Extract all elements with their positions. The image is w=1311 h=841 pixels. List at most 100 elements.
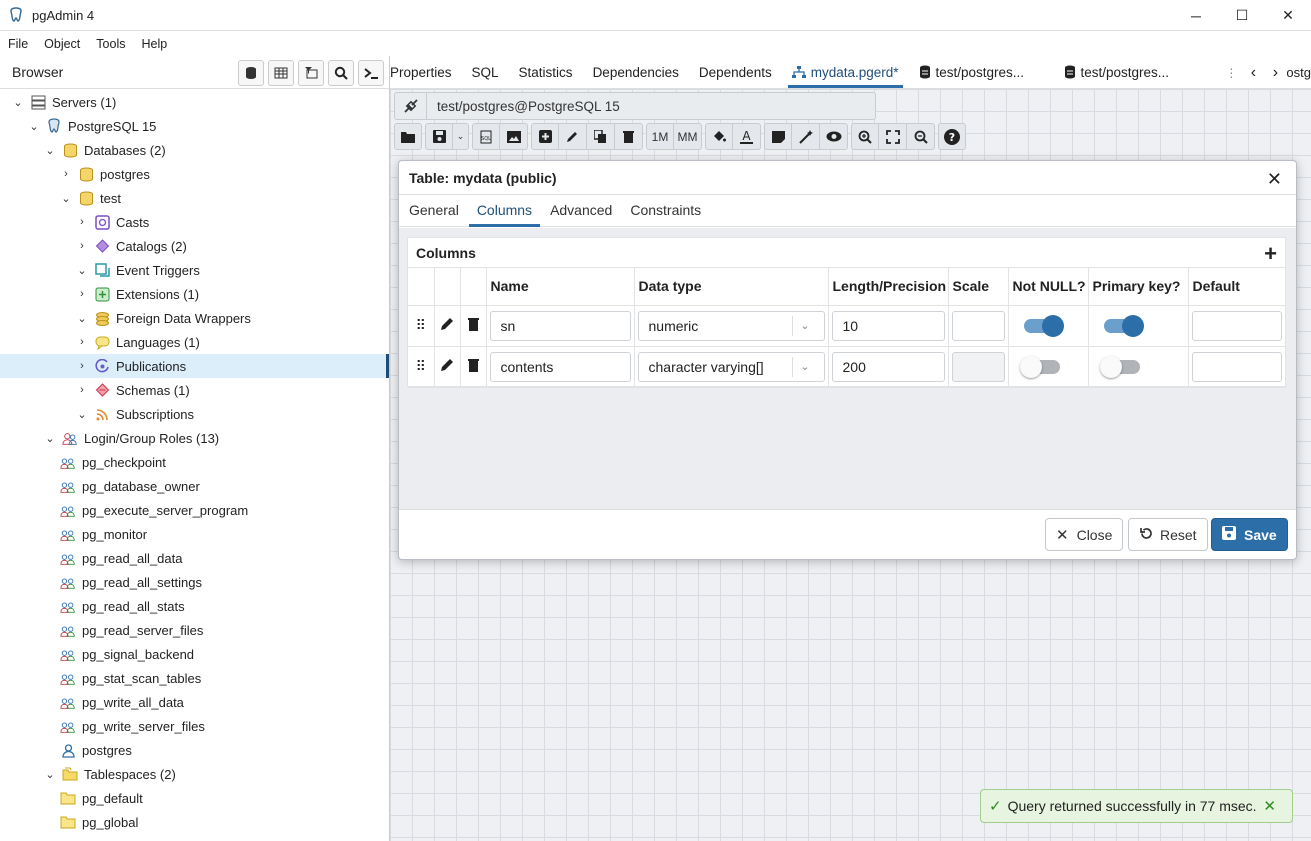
tree-item[interactable]: pg_database_owner [0, 474, 389, 498]
search-icon[interactable] [328, 60, 354, 86]
tree-item[interactable]: pg_checkpoint [0, 450, 389, 474]
minimize-button[interactable]: ─ [1173, 0, 1219, 31]
edit-row-icon[interactable] [434, 346, 461, 388]
data-type-select[interactable]: numeric ⌄ [637, 310, 825, 341]
menu-object[interactable]: Object [36, 37, 88, 51]
view-data-table-icon[interactable] [268, 60, 294, 86]
tab-2[interactable]: Statistics [509, 56, 583, 88]
tree-item[interactable]: pg_read_all_settings [0, 570, 389, 594]
chevron-right-icon[interactable]: › [76, 384, 88, 396]
open-file-icon[interactable] [394, 123, 422, 150]
default-input[interactable] [1191, 351, 1282, 382]
chevron-down-icon[interactable]: ⌄ [76, 312, 88, 325]
data-type-select[interactable]: character varying[] ⌄ [637, 351, 825, 382]
drag-handle-icon[interactable]: ⠿ [408, 346, 435, 388]
tab-general[interactable]: General [401, 202, 467, 226]
filtered-rows-icon[interactable] [298, 60, 324, 86]
tree-item[interactable]: ⌄ PostgreSQL 15 [0, 114, 389, 138]
auto-align-icon[interactable] [792, 123, 820, 150]
delete-icon[interactable] [615, 123, 643, 150]
chevron-down-icon[interactable]: ⌄ [76, 408, 88, 421]
tree-item[interactable]: pg_stat_scan_tables [0, 666, 389, 690]
tree-item[interactable]: › Schemas (1) [0, 378, 389, 402]
tab-scroll-left-icon[interactable]: ‹ [1242, 64, 1264, 82]
chevron-down-icon[interactable]: ⌄ [60, 192, 72, 205]
primary-key-toggle[interactable] [1103, 314, 1144, 337]
tree-item[interactable]: › Languages (1) [0, 330, 389, 354]
scale-input[interactable] [951, 310, 1005, 341]
tree-item[interactable]: ⌄ Login/Group Roles (13) [0, 426, 389, 450]
add-table-icon[interactable] [531, 123, 559, 150]
tab-3[interactable]: Dependencies [583, 56, 689, 88]
tree-item[interactable]: ⌄ Servers (1) [0, 90, 389, 114]
tree-item[interactable]: ⌄ Event Triggers [0, 258, 389, 282]
download-image-icon[interactable] [500, 123, 528, 150]
chevron-down-icon[interactable]: ⌄ [44, 432, 56, 445]
length-input[interactable]: 200 [831, 351, 945, 382]
tab-more-icon[interactable]: ⋮ [1220, 66, 1242, 80]
psql-terminal-icon[interactable] [358, 60, 384, 86]
chevron-right-icon[interactable]: › [60, 168, 72, 180]
toast-close-icon[interactable]: ✕ [1263, 797, 1276, 815]
tree-item[interactable]: pg_read_server_files [0, 618, 389, 642]
edit-row-icon[interactable] [434, 305, 461, 347]
tree-item[interactable]: pg_default [0, 786, 389, 810]
chevron-down-icon[interactable]: ⌄ [791, 356, 818, 377]
tab-6[interactable]: test/postgres... [909, 56, 1054, 88]
tab-5[interactable]: mydata.pgerd* [782, 56, 909, 88]
tree-item[interactable]: postgres [0, 738, 389, 762]
save-icon[interactable] [425, 123, 453, 150]
menu-tools[interactable]: Tools [88, 37, 133, 51]
chevron-right-icon[interactable]: › [76, 288, 88, 300]
tree-item[interactable]: ⌄ Subscriptions [0, 402, 389, 426]
close-icon[interactable]: ✕ [1267, 169, 1282, 190]
fill-color-icon[interactable] [705, 123, 733, 150]
zoom-out-icon[interactable] [907, 123, 935, 150]
chevron-right-icon[interactable]: › [76, 216, 88, 228]
chevron-right-icon[interactable]: › [76, 360, 88, 372]
tree-item[interactable]: pg_global [0, 810, 389, 834]
tab-1[interactable]: SQL [462, 56, 509, 88]
edit-table-icon[interactable] [559, 123, 587, 150]
tab-columns[interactable]: Columns [468, 202, 541, 227]
tree-item[interactable]: pg_write_all_data [0, 690, 389, 714]
tree-item[interactable]: ⌄ Databases (2) [0, 138, 389, 162]
tree-item[interactable]: pg_signal_backend [0, 642, 389, 666]
tree-item[interactable]: › Catalogs (2) [0, 234, 389, 258]
zoom-to-fit-icon[interactable] [879, 123, 907, 150]
tree-item[interactable]: pg_execute_server_program [0, 498, 389, 522]
tab-scroll-right-icon[interactable]: › [1264, 64, 1286, 82]
show-details-icon[interactable] [820, 123, 848, 150]
save-button[interactable]: Save [1211, 518, 1288, 551]
one-to-many-button[interactable]: 1M [646, 123, 674, 150]
column-name-input[interactable]: contents [489, 351, 631, 382]
tree-item[interactable]: pg_monitor [0, 522, 389, 546]
tab-7[interactable]: test/postgres... [1054, 56, 1194, 88]
not-null-toggle[interactable] [1019, 355, 1060, 378]
clone-table-icon[interactable] [587, 123, 615, 150]
maximize-button[interactable]: ☐ [1219, 0, 1265, 31]
add-column-icon[interactable]: + [1264, 241, 1277, 267]
chevron-down-icon[interactable]: ⌄ [12, 96, 24, 109]
chevron-down-icon[interactable]: ⌄ [791, 315, 818, 336]
generate-sql-icon[interactable]: SQL [472, 123, 500, 150]
tree-item[interactable]: ⌄ Foreign Data Wrappers [0, 306, 389, 330]
reset-button[interactable]: Reset [1128, 518, 1208, 551]
tree-item[interactable]: › Casts [0, 210, 389, 234]
close-window-button[interactable]: ✕ [1265, 0, 1311, 31]
tab-overflow-label[interactable]: ostg [1286, 65, 1311, 80]
chevron-down-icon[interactable]: ⌄ [28, 120, 40, 133]
tree-item[interactable]: ⌄ Tablespaces (2) [0, 762, 389, 786]
tree-item[interactable]: pg_read_all_data [0, 546, 389, 570]
menu-file[interactable]: File [0, 37, 36, 51]
tree-item[interactable]: › Extensions (1) [0, 282, 389, 306]
tree-item[interactable]: pg_write_server_files [0, 714, 389, 738]
delete-row-icon[interactable] [460, 346, 487, 388]
chevron-right-icon[interactable]: › [76, 240, 88, 252]
help-icon[interactable]: ? [938, 123, 966, 150]
many-to-many-button[interactable]: MM [674, 123, 702, 150]
delete-row-icon[interactable] [460, 305, 487, 347]
length-input[interactable]: 10 [831, 310, 945, 341]
chevron-down-icon[interactable]: ⌄ [44, 144, 56, 157]
primary-key-toggle[interactable] [1099, 355, 1140, 378]
